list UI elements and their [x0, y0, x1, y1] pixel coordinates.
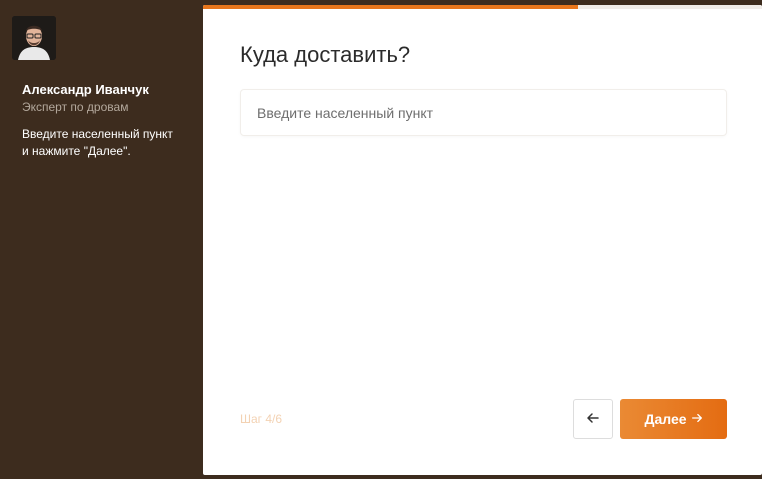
next-button[interactable]: Далее [620, 399, 727, 439]
arrow-right-icon [691, 411, 703, 427]
progress-fill [203, 5, 578, 9]
instruction-text: Введите населенный пункт и нажмите "Дале… [22, 126, 192, 160]
instruction-line-1: Введите населенный пункт [22, 127, 173, 141]
expert-avatar [12, 16, 56, 60]
instruction-line-2: и нажмите "Далее". [22, 144, 131, 158]
quiz-panel: Куда доставить? Шаг 4/6 Далее [203, 5, 762, 475]
expert-role: Эксперт по дровам [22, 100, 129, 114]
expert-sidebar: Александр Иванчук Эксперт по дровам Введ… [0, 0, 203, 479]
back-button[interactable] [573, 399, 613, 439]
progress-bar [203, 5, 762, 9]
step-indicator: Шаг 4/6 [240, 412, 283, 426]
expert-name: Александр Иванчук [22, 82, 149, 97]
arrow-left-icon [586, 411, 600, 428]
question-title: Куда доставить? [240, 42, 411, 67]
next-button-label: Далее [644, 411, 687, 427]
city-input[interactable] [240, 89, 727, 136]
